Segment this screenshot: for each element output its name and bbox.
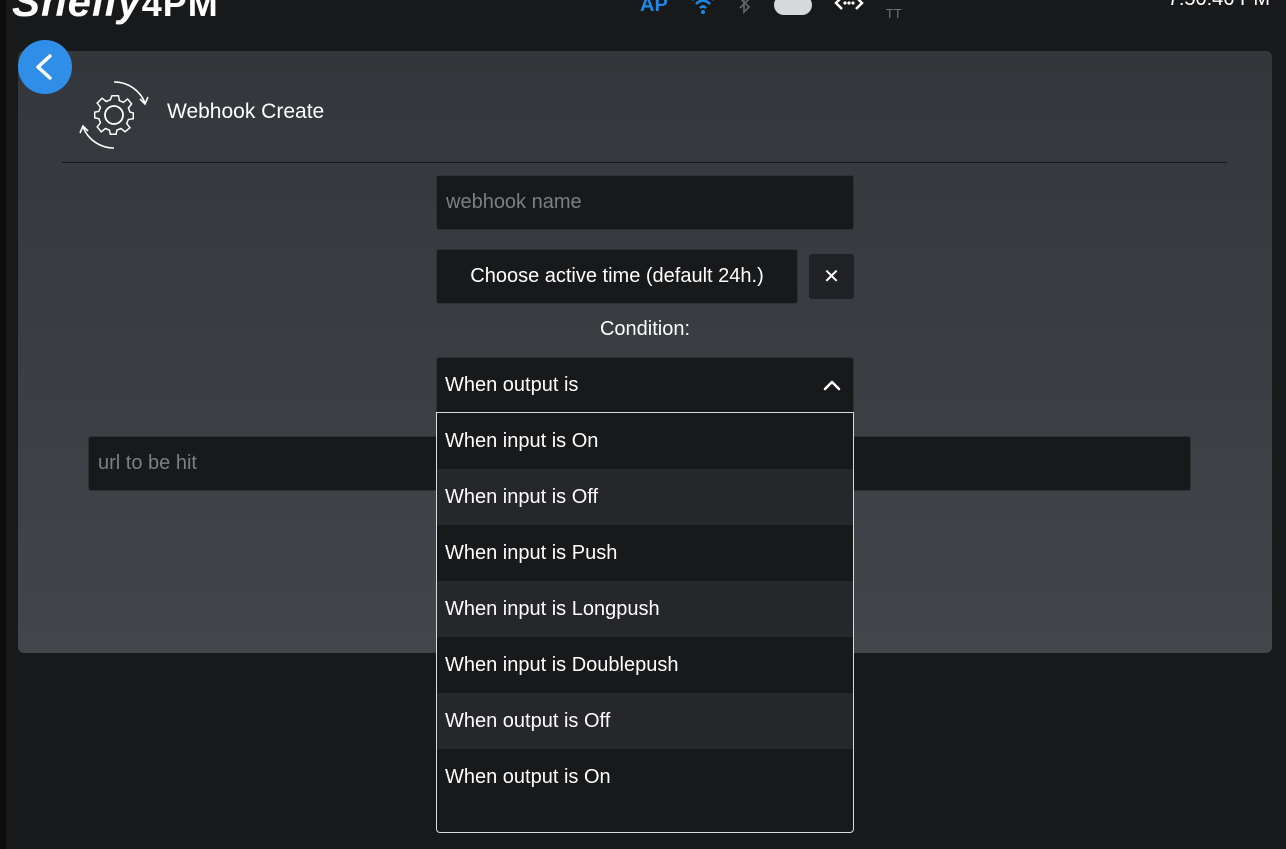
active-time-button[interactable]: Choose active time (default 24h.) — [436, 249, 798, 304]
dropdown-option-input-on[interactable]: When input is On — [437, 413, 853, 469]
title-divider — [62, 162, 1227, 163]
window-edge — [0, 0, 6, 849]
back-arrow-icon — [36, 54, 52, 80]
app-frame: Shelly4PM AP TT Webhook Create webhook n… — [0, 0, 1286, 849]
dropdown-option-input-longpush[interactable]: When input is Longpush — [437, 581, 853, 637]
dropdown-option-input-off[interactable]: When input is Off — [437, 469, 853, 525]
url-placeholder: url to be hit — [98, 452, 197, 474]
condition-select[interactable]: When output is — [436, 357, 854, 413]
ethernet-icon — [834, 0, 864, 18]
brand-model: 4PM — [141, 0, 219, 24]
brand-name: Shelly — [12, 0, 142, 25]
gear-icon — [77, 78, 151, 152]
dropdown-option-output-off[interactable]: When output is Off — [437, 693, 853, 749]
webhook-name-placeholder: webhook name — [446, 191, 582, 213]
back-button[interactable] — [18, 40, 72, 94]
clear-time-button[interactable]: ✕ — [809, 254, 854, 299]
close-icon: ✕ — [823, 266, 840, 288]
ap-label: AP — [640, 0, 668, 16]
dropdown-option-input-push[interactable]: When input is Push — [437, 525, 853, 581]
page-title: Webhook Create — [167, 100, 325, 123]
clock: 7:50:46 PM — [1168, 0, 1270, 11]
webhook-name-input[interactable]: webhook name — [436, 175, 854, 230]
dropdown-option-output-on[interactable]: When output is On — [437, 749, 853, 805]
chevron-up-icon — [823, 380, 841, 391]
brand-logo: Shelly4PM — [12, 0, 219, 26]
tt-label: TT — [885, 5, 902, 21]
bluetooth-icon — [738, 0, 752, 19]
condition-label: Condition: — [599, 318, 691, 340]
wifi-icon — [690, 0, 716, 19]
condition-selected-value: When output is — [445, 374, 579, 396]
condition-dropdown: When input is On When input is Off When … — [436, 412, 854, 833]
status-icons: AP TT — [640, 0, 902, 21]
cloud-icon — [773, 0, 812, 15]
dropdown-option-input-doublepush[interactable]: When input is Doublepush — [437, 637, 853, 693]
